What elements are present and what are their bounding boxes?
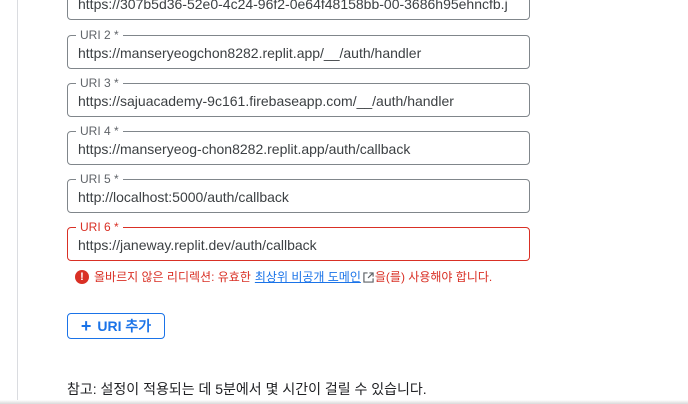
uri-3-input[interactable]: https://sajuacademy-9c161.firebaseapp.co… xyxy=(78,92,521,110)
uri-4-input[interactable]: https://manseryeog-chon8282.replit.app/a… xyxy=(78,140,521,158)
uri-3-field[interactable]: URI 3 * https://sajuacademy-9c161.fireba… xyxy=(67,76,530,117)
uri-6-input[interactable]: https://janeway.replit.dev/auth/callback xyxy=(78,236,521,254)
plus-icon: + xyxy=(80,316,92,336)
uri-5-field[interactable]: URI 5 * http://localhost:5000/auth/callb… xyxy=(67,172,530,213)
footer-shadow xyxy=(0,400,688,404)
uri-1-input[interactable]: https://307b5d36-52e0-4c24-96f2-0e64f481… xyxy=(78,0,521,13)
error-icon: ! xyxy=(75,270,89,284)
add-uri-button[interactable]: + URI 추가 xyxy=(67,313,165,339)
add-uri-label: URI 추가 xyxy=(97,318,152,334)
error-suffix: 을(를) 사용해야 합니다. xyxy=(374,270,493,284)
settings-note: 참고: 설정이 적용되는 데 5분에서 몇 시간이 걸릴 수 있습니다. xyxy=(67,381,427,397)
external-link-icon xyxy=(363,271,374,283)
uri-5-label: URI 5 * xyxy=(76,172,123,186)
uri-4-field[interactable]: URI 4 * https://manseryeog-chon8282.repl… xyxy=(67,124,530,165)
error-prefix: 올바르지 않은 리디렉션: 유효한 xyxy=(94,270,251,284)
uri-2-input[interactable]: https://manseryeogchon8282.replit.app/__… xyxy=(78,44,521,62)
uri-6-label: URI 6 * xyxy=(76,220,123,234)
uri-1-field[interactable]: https://307b5d36-52e0-4c24-96f2-0e64f481… xyxy=(67,0,530,20)
uri-3-label: URI 3 * xyxy=(76,76,123,90)
panel-divider xyxy=(17,0,18,404)
uri-6-error-message: ! 올바르지 않은 리디렉션: 유효한 최상위 비공개 도메인 을(를) 사용해… xyxy=(75,269,492,285)
private-domain-link[interactable]: 최상위 비공개 도메인 xyxy=(255,269,361,285)
uri-2-label: URI 2 * xyxy=(76,28,123,42)
uri-4-label: URI 4 * xyxy=(76,124,123,138)
uri-2-field[interactable]: URI 2 * https://manseryeogchon8282.repli… xyxy=(67,28,530,69)
uri-5-input[interactable]: http://localhost:5000/auth/callback xyxy=(78,188,521,206)
uri-6-field[interactable]: URI 6 * https://janeway.replit.dev/auth/… xyxy=(67,220,530,261)
